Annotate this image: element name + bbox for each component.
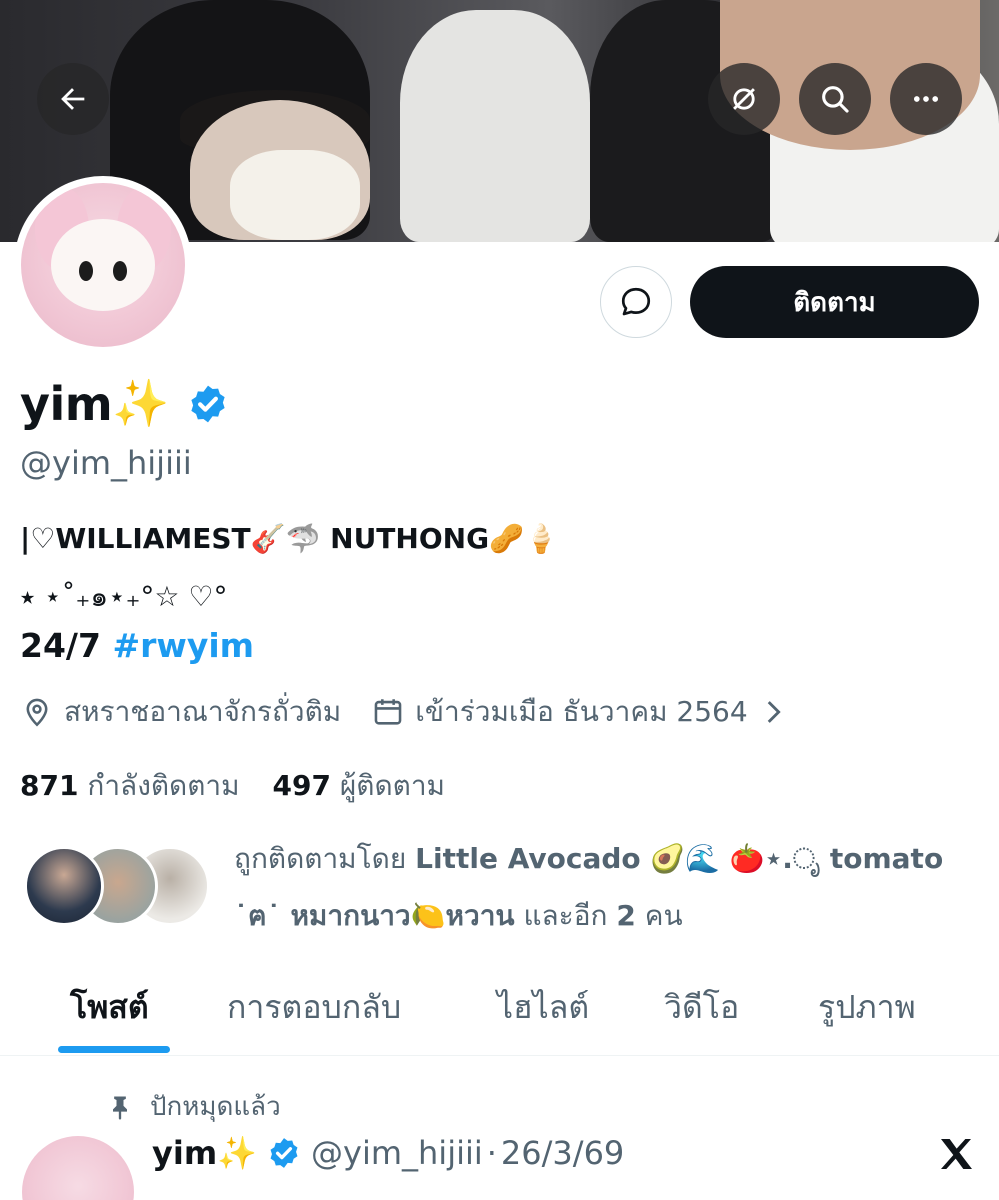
pinned-text: ปักหมุดแล้ว <box>150 1092 281 1122</box>
tab-videos[interactable]: วิดีโอ <box>664 982 739 1033</box>
calendar-icon <box>374 699 402 725</box>
bio-text: 24/7 <box>20 626 101 665</box>
following-label: กำลังติดตาม <box>87 769 240 802</box>
active-tab-indicator <box>58 1046 170 1053</box>
search-icon <box>822 86 849 113</box>
profile-tabs: โพสต์ การตอบกลับ ไฮไลต์ วิดีโอ รูปภาพ <box>0 968 999 1056</box>
followers-link[interactable]: 497 ผู้ติดตาม <box>273 769 446 802</box>
profile-handle: @yim_hijiii <box>20 444 192 482</box>
verified-badge-icon[interactable] <box>187 383 229 425</box>
message-button[interactable] <box>600 266 672 338</box>
location-item: สหราชอาณาจักรถั่วติม <box>20 690 341 734</box>
followed-by-prefix: ถูกติดตามโดย <box>234 842 407 875</box>
message-icon <box>621 287 651 316</box>
post-date[interactable]: 26/3/69 <box>501 1134 624 1172</box>
follower-avatar <box>24 846 104 926</box>
post-author-emoji: ✨ <box>217 1134 258 1172</box>
followers-count: 497 <box>272 769 331 802</box>
profile-avatar[interactable] <box>14 176 192 354</box>
bio-line: 24/7 #rwyim <box>20 626 254 665</box>
profile-name: yim ✨ <box>20 376 229 431</box>
banner-figure <box>400 10 590 242</box>
pin-icon <box>113 1096 127 1120</box>
banner-shape <box>230 150 360 240</box>
x-logo-icon[interactable] <box>936 1134 976 1174</box>
followed-by-and: และอีก <box>523 899 608 932</box>
follow-counts: 871 กำลังติดตาม 497 ผู้ติดตาม <box>20 764 445 808</box>
bio-hashtag-link[interactable]: #rwyim <box>112 626 254 665</box>
profile-meta: สหราชอาณาจักรถั่วติม เข้าร่วมเมือ ธันวาค… <box>20 690 790 734</box>
search-button[interactable] <box>799 63 871 135</box>
verified-badge-icon <box>270 1138 298 1168</box>
tab-posts[interactable]: โพสต์ <box>70 982 149 1033</box>
pinned-label: ปักหมุดแล้ว <box>106 1086 281 1127</box>
post-author-handle: @yim_hijiii <box>311 1134 483 1172</box>
grok-button[interactable] <box>708 63 780 135</box>
more-button[interactable] <box>890 63 962 135</box>
follow-button[interactable]: ติดตาม <box>690 266 979 338</box>
following-link[interactable]: 871 กำลังติดตาม <box>20 769 240 802</box>
joined-item[interactable]: เข้าร่วมเมือ ธันวาคม 2564 <box>371 690 789 734</box>
more-icon <box>913 96 939 102</box>
avatar-shape <box>113 261 127 281</box>
followers-label: ผู้ติดตาม <box>339 769 446 802</box>
following-count: 871 <box>20 769 79 802</box>
post-header: yim ✨ @yim_hijiii · 26/3/69 <box>152 1134 624 1172</box>
profile-name-text: yim <box>20 376 113 431</box>
tab-highlights[interactable]: ไฮไลต์ <box>497 982 589 1033</box>
location-icon <box>26 698 48 727</box>
bio-line: |♡WILLIAMEST🎸🦈 NUTHONG🥜🍦 <box>20 522 559 555</box>
followed-by-unit: คน <box>644 899 683 932</box>
post-author-avatar[interactable] <box>22 1136 134 1200</box>
followed-by-text[interactable]: ถูกติดตามโดย Little Avocado 🥑🌊 🍅⋆.ೃ toma… <box>234 830 954 944</box>
grok-icon <box>733 88 755 110</box>
avatar-shape <box>79 261 93 281</box>
arrow-left-icon <box>61 88 85 110</box>
tab-photos[interactable]: รูปภาพ <box>818 982 916 1033</box>
followed-by-count: 2 <box>616 899 636 932</box>
back-button[interactable] <box>37 63 109 135</box>
avatar-image <box>21 183 185 347</box>
profile-name-emoji: ✨ <box>112 376 169 430</box>
joined-text: เข้าร่วมเมือ ธันวาคม 2564 <box>415 695 748 728</box>
post-author-name[interactable]: yim <box>152 1134 217 1172</box>
bio-line: ⭑ ⋆˚₊๑⋆₊°☆ ♡° <box>20 580 228 613</box>
location-text: สหราชอาณาจักรถั่วติม <box>64 695 342 728</box>
avatar-shape <box>51 219 155 311</box>
tab-replies[interactable]: การตอบกลับ <box>227 982 401 1033</box>
post-separator: · <box>486 1134 497 1172</box>
chevron-right-icon <box>767 701 781 723</box>
